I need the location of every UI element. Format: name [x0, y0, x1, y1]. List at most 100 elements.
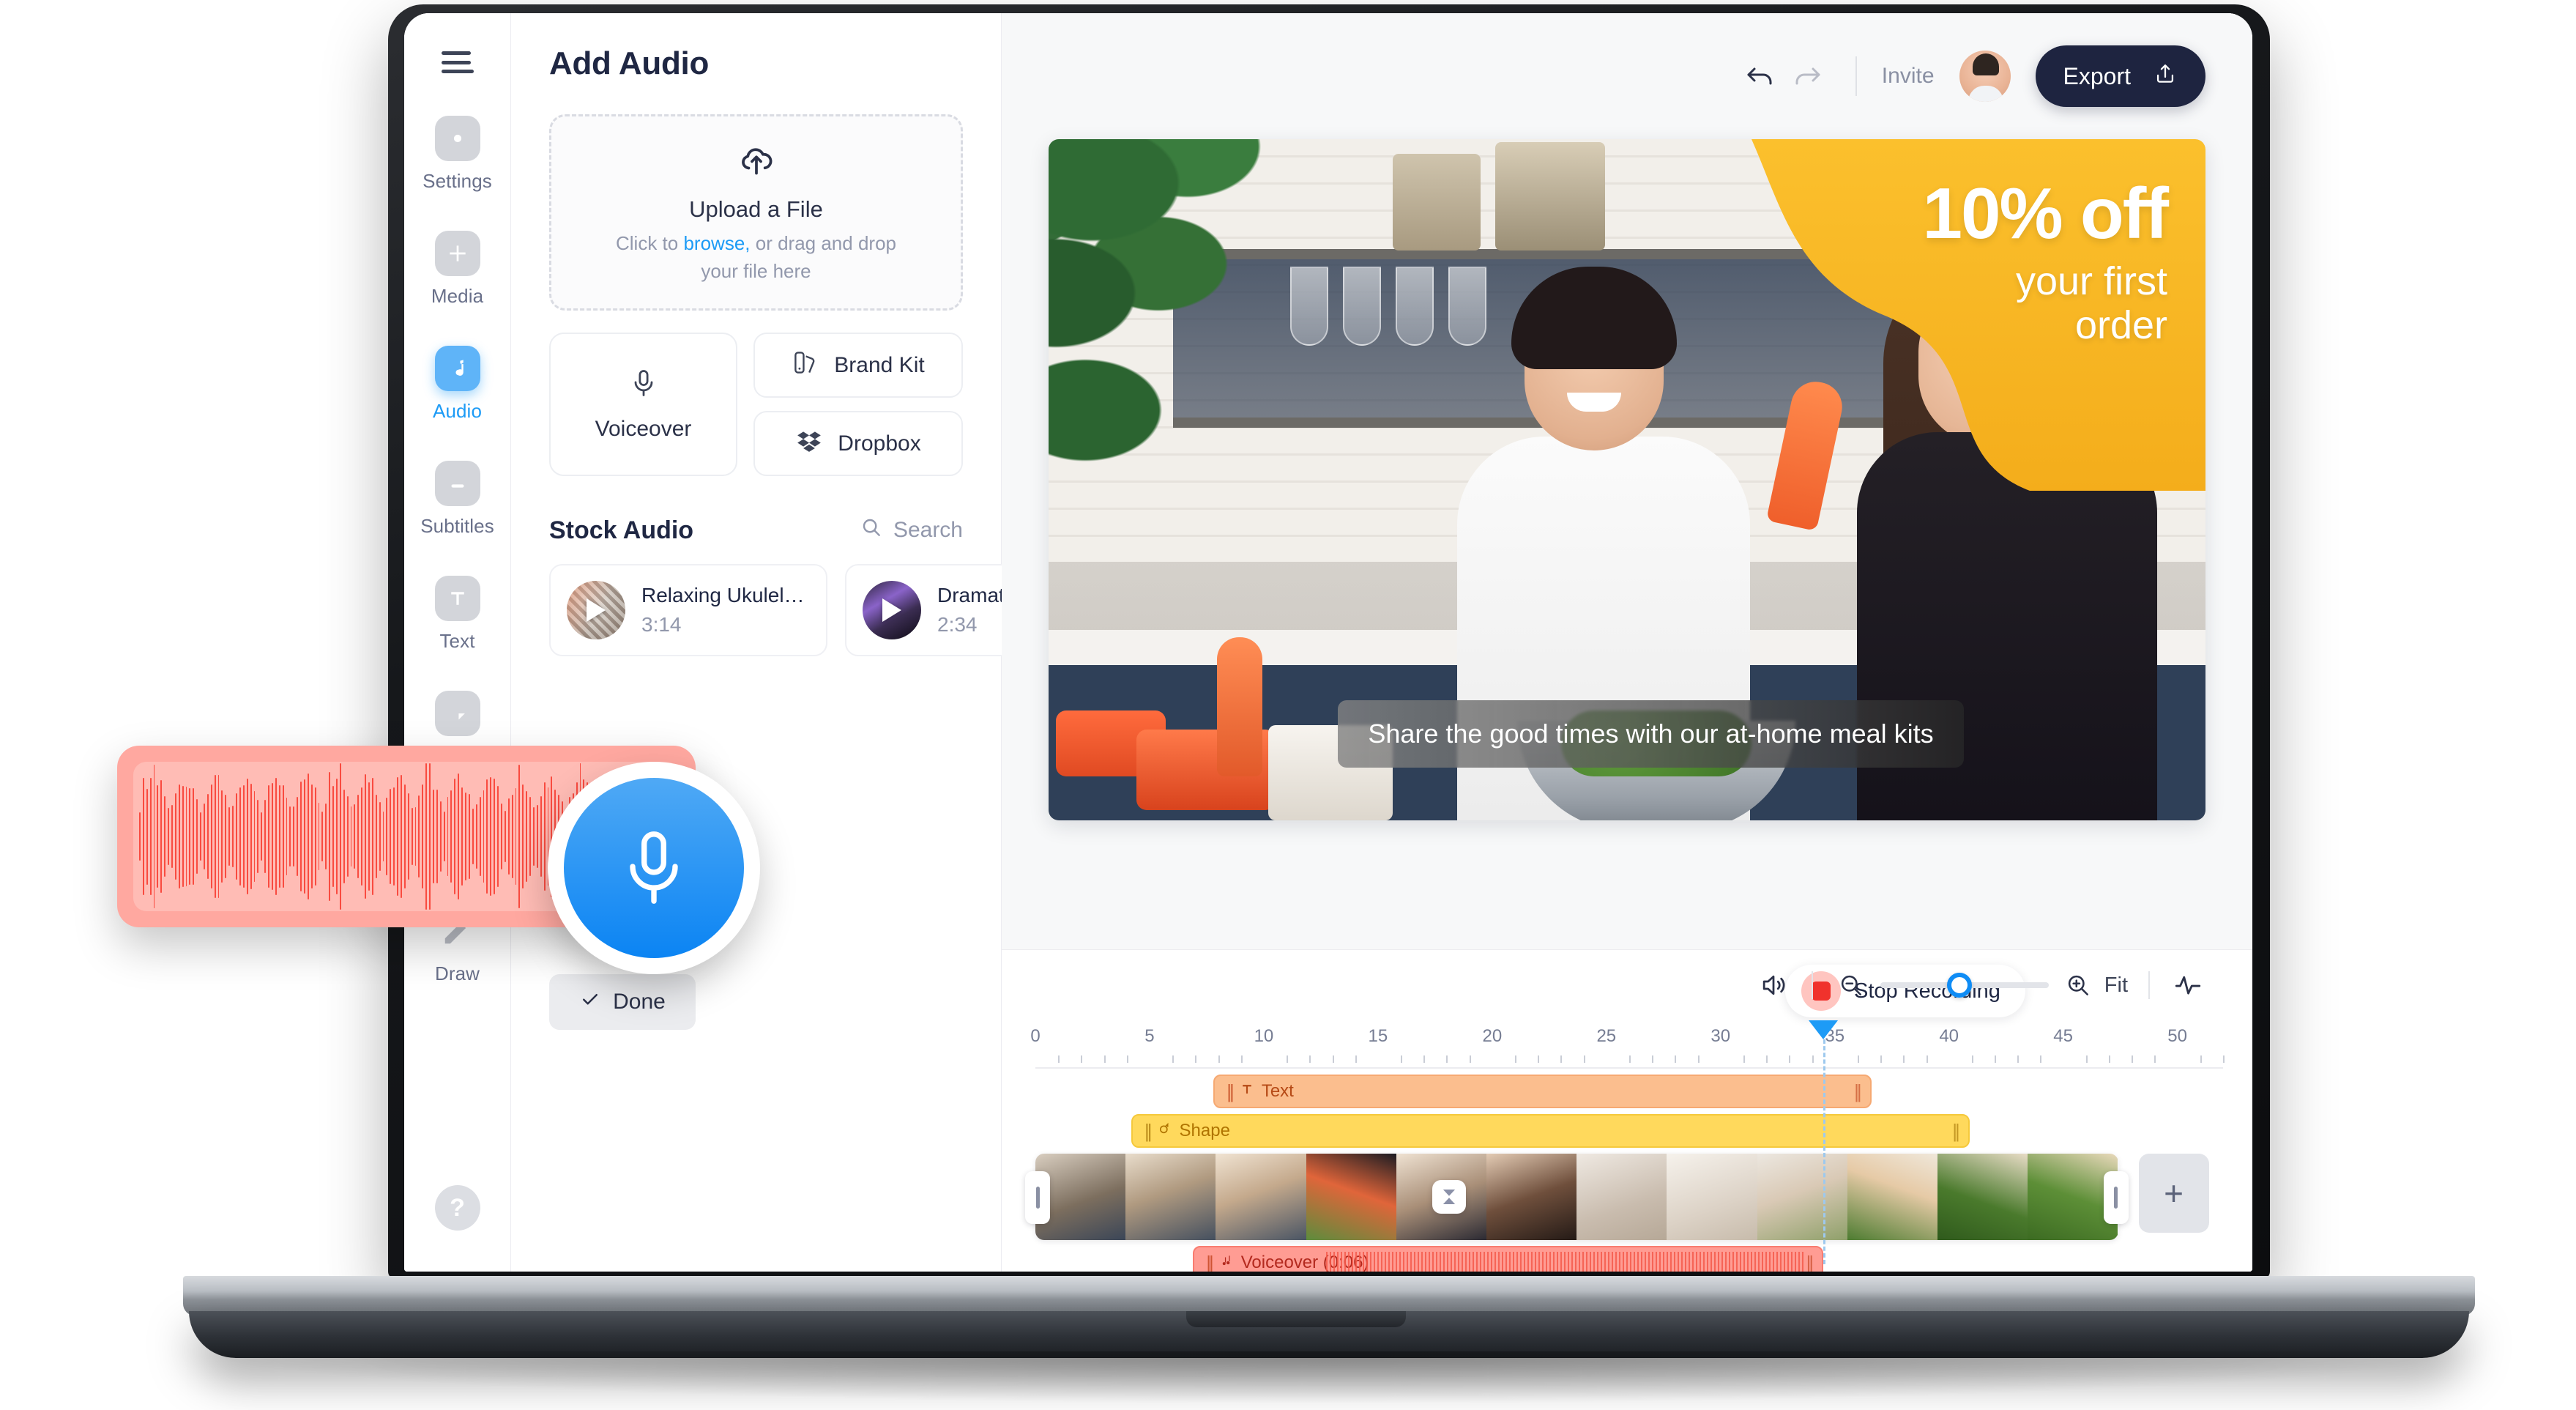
waveform-bar [407, 793, 409, 880]
transition-icon[interactable] [1432, 1180, 1466, 1214]
waveform-bar [357, 794, 360, 879]
sidebar-item-settings[interactable]: Settings [404, 116, 510, 193]
upload-dropzone[interactable]: Upload a File Click to browse, or drag a… [549, 114, 963, 311]
undo-arrow-icon[interactable] [1737, 53, 1784, 100]
zoom-slider[interactable] [1880, 973, 2049, 998]
waveform-bar [461, 787, 464, 886]
waveform-bar [171, 805, 173, 868]
voiceover-label: Voiceover [595, 417, 692, 441]
sidebar-item-media[interactable]: Media [404, 231, 510, 308]
video-frame [1937, 1154, 2028, 1240]
video-preview-canvas[interactable]: 10% off your first order Share the good … [1049, 139, 2205, 820]
timeline-clip-shape[interactable]: || Shape || [1131, 1114, 1970, 1148]
redo-arrow-icon[interactable] [1784, 53, 1831, 100]
export-button[interactable]: Export [2035, 45, 2205, 107]
laptop-shadow [220, 1351, 2438, 1403]
ruler-tick [2040, 1055, 2042, 1063]
timeline-zoom-controls: Fit [1752, 963, 2210, 1007]
waveform-bar [472, 809, 474, 864]
check-icon [579, 988, 601, 1016]
ruler-tick [1789, 1055, 1791, 1063]
waveform-bar [414, 806, 417, 867]
waveform-bar [182, 785, 184, 888]
ruler-tick [1126, 1055, 1128, 1063]
sidebar-item-audio[interactable]: Audio [404, 346, 510, 423]
ruler-tick [1971, 1055, 1973, 1063]
playhead-marker[interactable] [1809, 1020, 1839, 1039]
add-clip-button[interactable]: + [2138, 1154, 2209, 1233]
ruler-tick [1195, 1055, 1197, 1063]
clip-trim-handle-left[interactable] [1025, 1171, 1050, 1224]
laptop-notch [1186, 1311, 1406, 1327]
waveform-bar [282, 784, 284, 888]
timeline-video-track[interactable] [1035, 1154, 2118, 1240]
zoom-slider-handle[interactable] [1946, 973, 1972, 998]
ruler-tick [1446, 1055, 1448, 1063]
waveform-bar [425, 763, 428, 910]
hamburger-icon[interactable] [441, 51, 474, 73]
track-thumbnail[interactable] [567, 581, 625, 639]
brand-kit-button[interactable]: Brand Kit [753, 333, 963, 398]
video-frame [1577, 1154, 1667, 1240]
video-frame [1125, 1154, 1216, 1240]
waveform-bar [497, 786, 499, 887]
timeline-clip-text[interactable]: || Text || [1213, 1075, 1872, 1108]
waveform-bar [371, 777, 373, 896]
fit-button[interactable]: Fit [2104, 973, 2128, 998]
sidebar-item-label: Text [439, 630, 475, 652]
waveform-bar [157, 785, 159, 888]
clip-waveform [1326, 1252, 1806, 1272]
waveform-bar [343, 790, 345, 883]
sidebar-item-label: Settings [422, 170, 492, 192]
waveform-bar [543, 782, 546, 891]
done-button[interactable]: Done [549, 974, 696, 1030]
help-icon[interactable]: ? [434, 1185, 480, 1231]
microphone-record-button[interactable] [548, 762, 760, 974]
invite-button[interactable]: Invite [1882, 64, 1935, 89]
sidebar-item-label: Subtitles [420, 515, 494, 537]
scene-jar [1393, 154, 1481, 251]
waveform-bar [232, 806, 234, 867]
timeline-ruler[interactable]: 0 5 10 15 20 25 30 35 40 45 50 [1030, 1026, 2225, 1069]
timeline-clip-voiceover[interactable]: || Voiceover (0:06) || [1193, 1246, 1824, 1272]
timeline: Stop Recording Fit 0 5 10 15 20 25 30 35… [1002, 949, 2252, 1272]
search-icon [860, 516, 883, 545]
waveform-bar [221, 790, 223, 883]
audio-panel: Add Audio Upload a File Click to browse,… [511, 13, 1123, 1272]
video-frame [1667, 1154, 1757, 1240]
ruler-tick [1652, 1055, 1654, 1063]
zoom-out-icon[interactable] [1829, 963, 1873, 1007]
waveform-bar [458, 773, 460, 900]
ruler-tick [1309, 1055, 1311, 1063]
waveform-bar [454, 779, 456, 894]
sidebar-item-text[interactable]: Text [404, 576, 510, 653]
ruler-tick [1218, 1055, 1220, 1063]
dropbox-button[interactable]: Dropbox [753, 411, 963, 476]
avatar[interactable] [1959, 51, 2011, 102]
caption-overlay[interactable]: Share the good times with our at-home me… [1338, 700, 1964, 768]
search-button[interactable]: Search [860, 516, 963, 545]
waveform-bar [196, 798, 198, 875]
ruler-tick [1766, 1055, 1768, 1063]
waveform-icon[interactable] [2166, 963, 2210, 1007]
sidebar-item-subtitles[interactable]: Subtitles [404, 461, 510, 538]
speaker-volume-icon[interactable] [1752, 963, 1795, 1007]
waveform-bar [189, 788, 191, 885]
page-title: Add Audio [549, 45, 710, 81]
track-thumbnail[interactable] [863, 581, 921, 639]
play-icon [587, 598, 606, 622]
voiceover-button[interactable]: Voiceover [549, 333, 737, 476]
list-item[interactable]: Relaxing Ukulele S... 3:14 [549, 564, 827, 656]
browse-link[interactable]: browse, [683, 232, 750, 254]
zoom-in-icon[interactable] [2056, 963, 2100, 1007]
waveform-bar [536, 804, 538, 869]
clip-trim-handle-right[interactable] [2103, 1171, 2129, 1224]
waveform-bar [393, 787, 395, 886]
upload-hint: Click to browse, or drag and drop your f… [616, 230, 896, 285]
waveform-bar [486, 779, 488, 894]
waveform-bar [368, 782, 370, 891]
clip-grip-icon: || [1806, 1251, 1814, 1272]
ruler-baseline [1035, 1067, 2223, 1069]
ruler-tick [1880, 1055, 1883, 1063]
waveform-bar [361, 787, 363, 886]
